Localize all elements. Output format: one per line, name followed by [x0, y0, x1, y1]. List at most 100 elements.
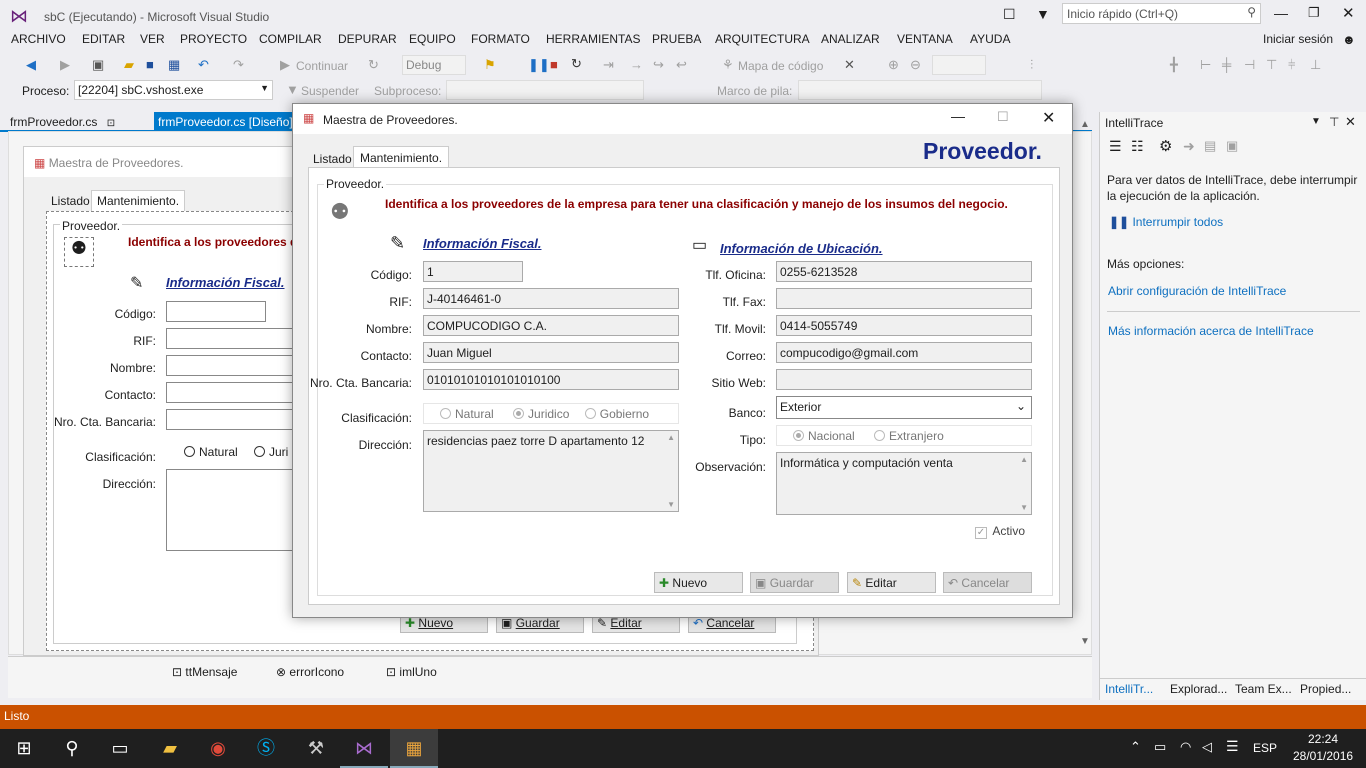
dialog-minimize-button[interactable]: —	[951, 108, 965, 124]
menu-prueba[interactable]: PRUEBA	[652, 32, 701, 46]
close-button[interactable]: ✕	[1342, 4, 1355, 22]
zoom-select[interactable]	[932, 55, 986, 75]
continue-button[interactable]: Continuar	[296, 59, 348, 73]
observacion-field[interactable]: Informática y computación venta ▲ ▼	[776, 452, 1032, 515]
menu-ventana[interactable]: VENTANA	[897, 32, 953, 46]
extranjero-radio[interactable]: Extranjero	[874, 429, 944, 443]
filter-icon[interactable]: ▼	[1036, 6, 1050, 22]
tab-explorer[interactable]: Explorad...	[1170, 682, 1227, 696]
find-icon[interactable]: ⚑	[484, 57, 496, 73]
dialog-maximize-button[interactable]: ☐	[997, 109, 1009, 125]
redo-icon[interactable]: ↷	[233, 57, 244, 73]
juridico-radio[interactable]: Juridico	[513, 407, 569, 421]
undo-icon[interactable]: ↶	[198, 57, 209, 73]
close-icon[interactable]: ✕	[1345, 114, 1356, 130]
align-middle-icon[interactable]: ⫩	[1288, 57, 1295, 73]
notifications-icon[interactable]: ☰	[1226, 738, 1239, 755]
step-out-icon[interactable]: ↩	[676, 57, 687, 73]
design-tab-list[interactable]: Listado	[46, 191, 95, 211]
nuevo-button[interactable]: ✚ Nuevo	[654, 572, 743, 593]
forward-icon[interactable]: ➜	[1183, 138, 1195, 155]
align-center-icon[interactable]: ╪	[1222, 57, 1231, 72]
activo-checkbox[interactable]: ✓ Activo	[975, 524, 1025, 539]
pause-icon[interactable]: ❚❚	[528, 57, 550, 73]
task-view-icon[interactable]: ▭	[96, 729, 144, 768]
design-tab-maint[interactable]: Mantenimiento.	[91, 190, 186, 211]
tray-chevron-icon[interactable]: ⌃	[1130, 739, 1141, 755]
pin-icon[interactable]: ⊡	[107, 118, 115, 129]
minimize-button[interactable]: —	[1274, 5, 1288, 21]
network-icon[interactable]: ▭	[1154, 739, 1166, 755]
zoom-in-icon[interactable]: ⊕	[888, 57, 899, 73]
tab-listado[interactable]: Listado	[308, 152, 357, 166]
step-into-icon[interactable]: →	[630, 57, 643, 72]
start-icon[interactable]: ⊞	[0, 729, 48, 768]
web-field[interactable]	[776, 369, 1032, 390]
designer-scroll-up-icon[interactable]: ▲	[1080, 119, 1090, 130]
forward-icon[interactable]: ▶	[60, 57, 70, 73]
wifi-icon[interactable]: ◠	[1180, 739, 1191, 755]
menu-arquitectura[interactable]: ARQUITECTURA	[715, 32, 810, 46]
codigo-field[interactable]: 1	[423, 261, 523, 282]
align-bottom-icon[interactable]: ⊥	[1310, 57, 1321, 73]
tlf-fax-field[interactable]	[776, 288, 1032, 309]
scroll-down-icon[interactable]: ▼	[1020, 503, 1028, 512]
quick-launch-input[interactable]: Inicio rápido (Ctrl+Q) ⚲	[1062, 3, 1261, 24]
more-info-link[interactable]: Más información acerca de IntelliTrace	[1108, 324, 1314, 338]
align-left-icon[interactable]: ⊢	[1200, 57, 1211, 73]
stack-select[interactable]	[798, 80, 1042, 100]
menu-analizar[interactable]: ANALIZAR	[821, 32, 880, 46]
save-all-icon[interactable]: ▦	[168, 57, 180, 73]
subprocess-select[interactable]	[446, 80, 644, 100]
design-cuenta-input[interactable]	[166, 409, 296, 430]
settings-icon[interactable]: ⚙	[1159, 137, 1172, 155]
nacional-radio[interactable]: Nacional	[793, 429, 855, 443]
natural-radio[interactable]: Natural	[440, 407, 494, 421]
visual-studio-icon[interactable]: ⋈	[340, 729, 388, 768]
code-map-icon[interactable]: ⚘	[722, 57, 734, 73]
feedback-icon[interactable]: ☐	[1003, 6, 1016, 23]
tab-intellitrace[interactable]: IntelliTr...	[1105, 682, 1153, 696]
align-right-icon[interactable]: ⊣	[1244, 57, 1255, 73]
align-top-icon[interactable]: ⊤	[1266, 57, 1277, 73]
tab-frmproveedor-design[interactable]: frmProveedor.cs [Diseño]	[154, 112, 294, 131]
scroll-up-icon[interactable]: ▲	[667, 433, 675, 442]
align-icon[interactable]: ⫶	[1030, 57, 1033, 73]
signin-link[interactable]: Iniciar sesión	[1263, 32, 1333, 46]
editar-button[interactable]: ✎ Editar	[847, 572, 936, 593]
volume-icon[interactable]: ◁	[1202, 739, 1212, 755]
design-direccion-input[interactable]	[166, 469, 296, 551]
tlf-movil-field[interactable]: 0414-5055749	[776, 315, 1032, 336]
design-nombre-input[interactable]	[166, 355, 296, 376]
filter-icon[interactable]: ▼	[286, 82, 299, 97]
menu-compilar[interactable]: COMPILAR	[259, 32, 322, 46]
search-icon[interactable]: ⚲	[48, 729, 96, 768]
designer-scroll-down-icon[interactable]: ▼	[1080, 636, 1090, 647]
menu-ayuda[interactable]: AYUDA	[970, 32, 1010, 46]
tab-team-explorer[interactable]: Team Ex...	[1235, 682, 1292, 696]
account-icon[interactable]: ☻	[1342, 32, 1356, 47]
open-settings-link[interactable]: Abrir configuración de IntelliTrace	[1108, 284, 1286, 298]
back-icon[interactable]: ◀	[26, 57, 36, 73]
code-map-button[interactable]: Mapa de código	[738, 59, 823, 73]
nombre-field[interactable]: COMPUCODIGO C.A.	[423, 315, 679, 336]
menu-herramientas[interactable]: HERRAMIENTAS	[546, 32, 640, 46]
save-icon[interactable]: ■	[146, 57, 154, 72]
menu-proyecto[interactable]: PROYECTO	[180, 32, 247, 46]
continue-icon[interactable]: ▶	[280, 57, 290, 73]
scroll-down-icon[interactable]: ▼	[667, 500, 675, 509]
tab-properties[interactable]: Propied...	[1300, 682, 1351, 696]
menu-archivo[interactable]: ARCHIVO	[11, 32, 66, 46]
break-all-link[interactable]: ❚❚ Interrumpir todos	[1109, 215, 1223, 229]
file-explorer-icon[interactable]: ▰	[146, 729, 194, 768]
panel-menu-icon[interactable]: ▼	[1311, 116, 1321, 127]
scroll-up-icon[interactable]: ▲	[1020, 455, 1028, 464]
open-file-icon[interactable]: ▤	[1204, 138, 1216, 154]
gobierno-radio[interactable]: Gobierno	[584, 407, 649, 421]
menu-ver[interactable]: VER	[140, 32, 165, 46]
refresh-icon[interactable]: ↻	[368, 57, 379, 73]
cuenta-field[interactable]: 01010101010101010100	[423, 369, 679, 390]
step-over-icon[interactable]: ↪	[653, 57, 664, 73]
language-indicator[interactable]: ESP	[1253, 741, 1277, 755]
menu-depurar[interactable]: DEPURAR	[338, 32, 397, 46]
